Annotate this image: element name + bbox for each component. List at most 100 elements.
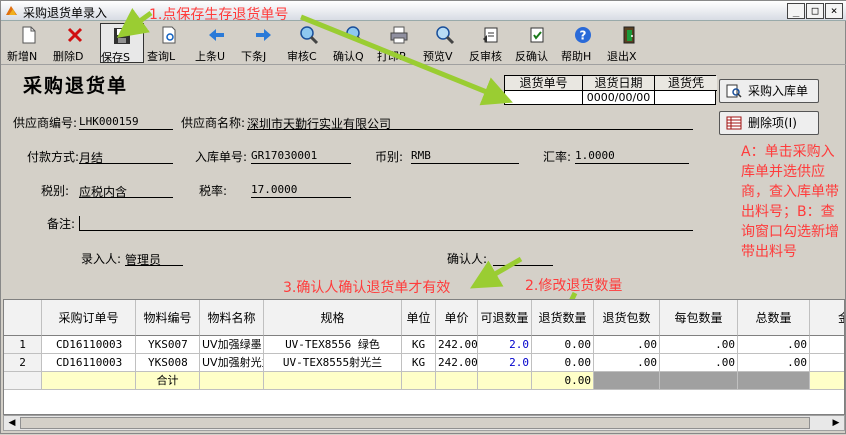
arrow-left-icon	[209, 29, 224, 41]
cell-item-code[interactable]: YKS008	[136, 354, 200, 372]
return-date-cell[interactable]: 0000/00/00	[583, 91, 655, 105]
cell-total-qty[interactable]: .00	[738, 336, 810, 354]
supplier-code-label: 供应商编号:	[13, 116, 78, 130]
cell-price[interactable]: 242.00	[436, 354, 478, 372]
reverse-audit-icon	[483, 27, 498, 43]
confirm-button[interactable]: 确认Q	[333, 23, 377, 63]
inbound-no-label: 入库单号:	[195, 150, 248, 164]
reverse-confirm-button[interactable]: 反确认	[515, 23, 559, 63]
app-logo-icon	[6, 6, 17, 15]
cell-price[interactable]: 242.00	[436, 336, 478, 354]
save-icon	[114, 28, 130, 44]
sum-cell-amount	[810, 372, 844, 390]
col-header-item-name[interactable]: 物料名称	[200, 300, 264, 336]
maximize-button[interactable]: □	[806, 3, 824, 19]
reverse-audit-button[interactable]: 反审核	[469, 23, 513, 63]
scroll-left-arrow-icon[interactable]: ◀	[4, 416, 20, 430]
col-header-amount[interactable]: 金	[810, 300, 844, 336]
return-no-cell[interactable]	[505, 91, 583, 105]
table-row[interactable]: 1 CD16110003 YKS007 UV加强绿墨 UV-TEX8556 绿色…	[4, 336, 844, 354]
toolbar: 新增N 删除D 保存S 查询L 上条U 下条J 审核C 确认Q 打印P 预览V …	[1, 21, 846, 65]
entered-by-label: 录入人:	[81, 252, 122, 266]
col-header-po[interactable]: 采购订单号	[42, 300, 136, 336]
cell-spec[interactable]: UV-TEX8555射光兰	[264, 354, 402, 372]
col-header-return-packs[interactable]: 退货包数	[594, 300, 660, 336]
delete-button[interactable]: 删除D	[53, 23, 97, 63]
cell-po[interactable]: CD16110003	[42, 354, 136, 372]
audit-button[interactable]: 审核C	[287, 23, 331, 63]
purchase-inbound-button[interactable]: 采购入库单	[719, 79, 819, 103]
minimize-button[interactable]: _	[787, 3, 805, 19]
cell-spec[interactable]: UV-TEX8556 绿色	[264, 336, 402, 354]
confirmed-by-field[interactable]	[493, 251, 553, 266]
return-number-grid: 退货单号 退货日期 退货凭 0000/00/00	[504, 75, 717, 105]
annotation-quantity: 2.修改退货数量	[525, 278, 623, 294]
preview-icon	[436, 26, 455, 45]
new-button[interactable]: 新增N	[7, 23, 51, 63]
print-button[interactable]: 打印P	[377, 23, 421, 63]
remark-field[interactable]	[79, 216, 693, 231]
printer-icon	[390, 26, 408, 44]
exit-button[interactable]: 退出X	[607, 23, 651, 63]
table-row[interactable]: 2 CD16110003 YKS008 UV加强射光兰 UV-TEX8555射光…	[4, 354, 844, 372]
cell-return-qty[interactable]: 0.00	[532, 354, 594, 372]
col-header-total-qty[interactable]: 总数量	[738, 300, 810, 336]
cell-amount[interactable]	[810, 336, 844, 354]
detail-grid: 采购订单号 物料编号 物料名称 规格 单位 单价 可退数量 退货数量 退货包数 …	[3, 299, 845, 415]
supplier-code-field[interactable]: LHK000159	[79, 115, 173, 130]
col-header-unit[interactable]: 单位	[402, 300, 436, 336]
annotation-side: A：单击采购入库单并选供应商，查入库单带出料号；B：查询窗口勾选新增带出料号	[741, 144, 839, 260]
prev-record-button[interactable]: 上条U	[195, 23, 239, 63]
sum-cell-price	[436, 372, 478, 390]
horizontal-scrollbar[interactable]: ◀ ▶	[3, 415, 845, 431]
save-button[interactable]: 保存S	[100, 23, 144, 64]
col-header-item-code[interactable]: 物料编号	[136, 300, 200, 336]
col-header-per-pack[interactable]: 每包数量	[660, 300, 738, 336]
payment-field[interactable]: 月结	[79, 149, 173, 165]
close-button[interactable]: ×	[825, 3, 843, 19]
sum-cell-spec	[264, 372, 402, 390]
currency-field[interactable]: RMB	[411, 149, 519, 164]
cell-returnable[interactable]: 2.0	[478, 354, 532, 372]
rate-field[interactable]: 1.0000	[575, 149, 689, 164]
query-button[interactable]: 查询L	[147, 23, 191, 63]
tax-type-field[interactable]: 应税内含	[79, 183, 173, 199]
cell-per-pack[interactable]: .00	[660, 354, 738, 372]
sum-cell-po	[42, 372, 136, 390]
cell-return-qty[interactable]: 0.00	[532, 336, 594, 354]
sum-cell-item-name	[200, 372, 264, 390]
confirm-magnifier-icon	[346, 26, 365, 45]
rate-label: 汇率:	[543, 150, 572, 164]
cell-item-name[interactable]: UV加强绿墨	[200, 336, 264, 354]
return-voucher-cell[interactable]	[655, 91, 717, 105]
cell-unit[interactable]: KG	[402, 354, 436, 372]
cell-item-name[interactable]: UV加强射光兰	[200, 354, 264, 372]
purchase-return-window: 采购退货单录入 _ □ × 新增N 删除D 保存S 查询L 上条U 下条J 审核…	[0, 0, 846, 434]
cell-unit[interactable]: KG	[402, 336, 436, 354]
tax-type-label: 税别:	[41, 184, 70, 198]
entered-by-field[interactable]: 管理员	[125, 251, 183, 267]
cell-return-packs[interactable]: .00	[594, 336, 660, 354]
cell-per-pack[interactable]: .00	[660, 336, 738, 354]
delete-item-button[interactable]: 删除项(I)	[719, 111, 819, 135]
cell-return-packs[interactable]: .00	[594, 354, 660, 372]
tax-rate-field[interactable]: 17.0000	[251, 183, 351, 198]
cell-total-qty[interactable]: .00	[738, 354, 810, 372]
cell-po[interactable]: CD16110003	[42, 336, 136, 354]
col-header-spec[interactable]: 规格	[264, 300, 402, 336]
help-button[interactable]: ? 帮助H	[561, 23, 605, 63]
inbound-no-field[interactable]: GR17030001	[251, 149, 351, 164]
cell-returnable[interactable]: 2.0	[478, 336, 532, 354]
scroll-thumb[interactable]	[20, 417, 810, 429]
next-record-button[interactable]: 下条J	[241, 23, 285, 63]
supplier-name-label: 供应商名称:	[181, 116, 246, 130]
col-header-returnable[interactable]: 可退数量	[478, 300, 532, 336]
supplier-name-field[interactable]: 深圳市天勤行实业有限公司	[247, 115, 693, 131]
form-title: 采购退货单	[23, 75, 129, 97]
cell-amount[interactable]	[810, 354, 844, 372]
col-header-return-qty[interactable]: 退货数量	[532, 300, 594, 336]
cell-item-code[interactable]: YKS007	[136, 336, 200, 354]
col-header-price[interactable]: 单价	[436, 300, 478, 336]
scroll-right-arrow-icon[interactable]: ▶	[828, 416, 844, 430]
preview-button[interactable]: 预览V	[423, 23, 467, 63]
